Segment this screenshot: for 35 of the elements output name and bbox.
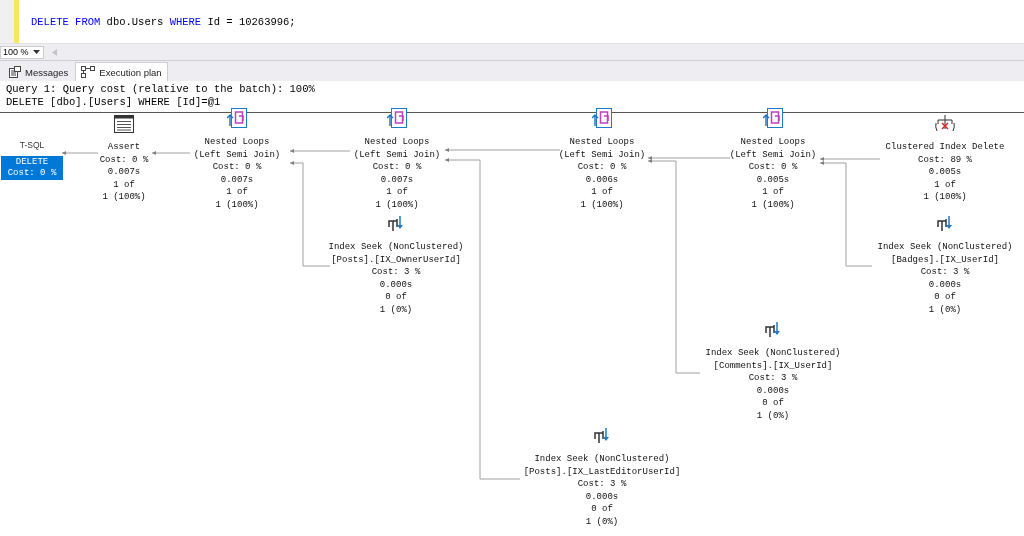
connector-arrow [61,151,99,155]
index-seek-icon[interactable] [388,215,404,233]
operator-details: Nested Loops (Left Semi Join) Cost: 0 % 0.005s 1 of 1 (100%) [729,136,817,211]
statement-label: T-SQL [19,140,45,150]
operator-details: Nested Loops (Left Semi Join) Cost: 0 % 0.007s 1 of 1 (100%) [193,136,281,211]
code-line: DELETE FROM dbo.Users WHERE Id = 10263996; [31,15,296,28]
nested-loops-icon[interactable] [227,108,247,128]
operator-details: Clustered Index Delete Cost: 89 % 0.005s 1 of 1 (100%) [885,141,1005,204]
query-header: Query 1: Query cost (relative to the batch): 100% [6,83,316,96]
index-seek-icon[interactable] [937,215,953,233]
connector-arrow [289,149,351,153]
tab[interactable]: Messages [4,63,74,81]
index-seek-icon[interactable] [594,427,610,445]
caret-icon [33,50,40,54]
operator-details: Nested Loops (Left Semi Join) Cost: 0 % 0.007s 1 of 1 (100%) [353,136,441,211]
zoom-dropdown[interactable]: 100 % [0,45,44,59]
nested-loops-icon[interactable] [763,108,783,128]
plan-icon [81,66,96,78]
operator-details: Nested Loops (Left Semi Join) Cost: 0 % 0.006s 1 of 1 (100%) [558,136,646,211]
change-marker [14,0,19,43]
assert-icon[interactable] [114,115,134,133]
delete-statement-node[interactable]: DELETE Cost: 0 % [1,156,63,180]
tab[interactable]: Execution plan [75,62,168,81]
operator-details: Assert Cost: 0 % 0.007s 1 of 1 (100%) [99,141,149,204]
operator-details: Index Seek (NonClustered) [Badges].[IX_UserId] Cost: 3 % 0.000s 0 of 1 (0%) [877,241,1013,316]
nested-loops-icon[interactable] [592,108,612,128]
connector-arrow [151,151,191,155]
query-header: DELETE [dbo].[Users] WHERE [Id]=@1 [6,96,222,109]
nested-loops-icon[interactable] [387,108,407,128]
index-delete-icon[interactable] [935,115,955,133]
messages-icon [9,66,21,78]
operator-details: Index Seek (NonClustered) [Posts].[IX_LastEditorUserId] Cost: 3 % 0.000s 0 of 1 (0%) [523,453,681,528]
operator-details: Index Seek (NonClustered) [Comments].[IX_UserId] Cost: 3 % 0.000s 0 of 1 (0%) [705,347,841,422]
index-seek-icon[interactable] [765,321,781,339]
operator-details: Index Seek (NonClustered) [Posts].[IX_OwnerUserId] Cost: 3 % 0.000s 0 of 1 (0%) [328,241,464,316]
